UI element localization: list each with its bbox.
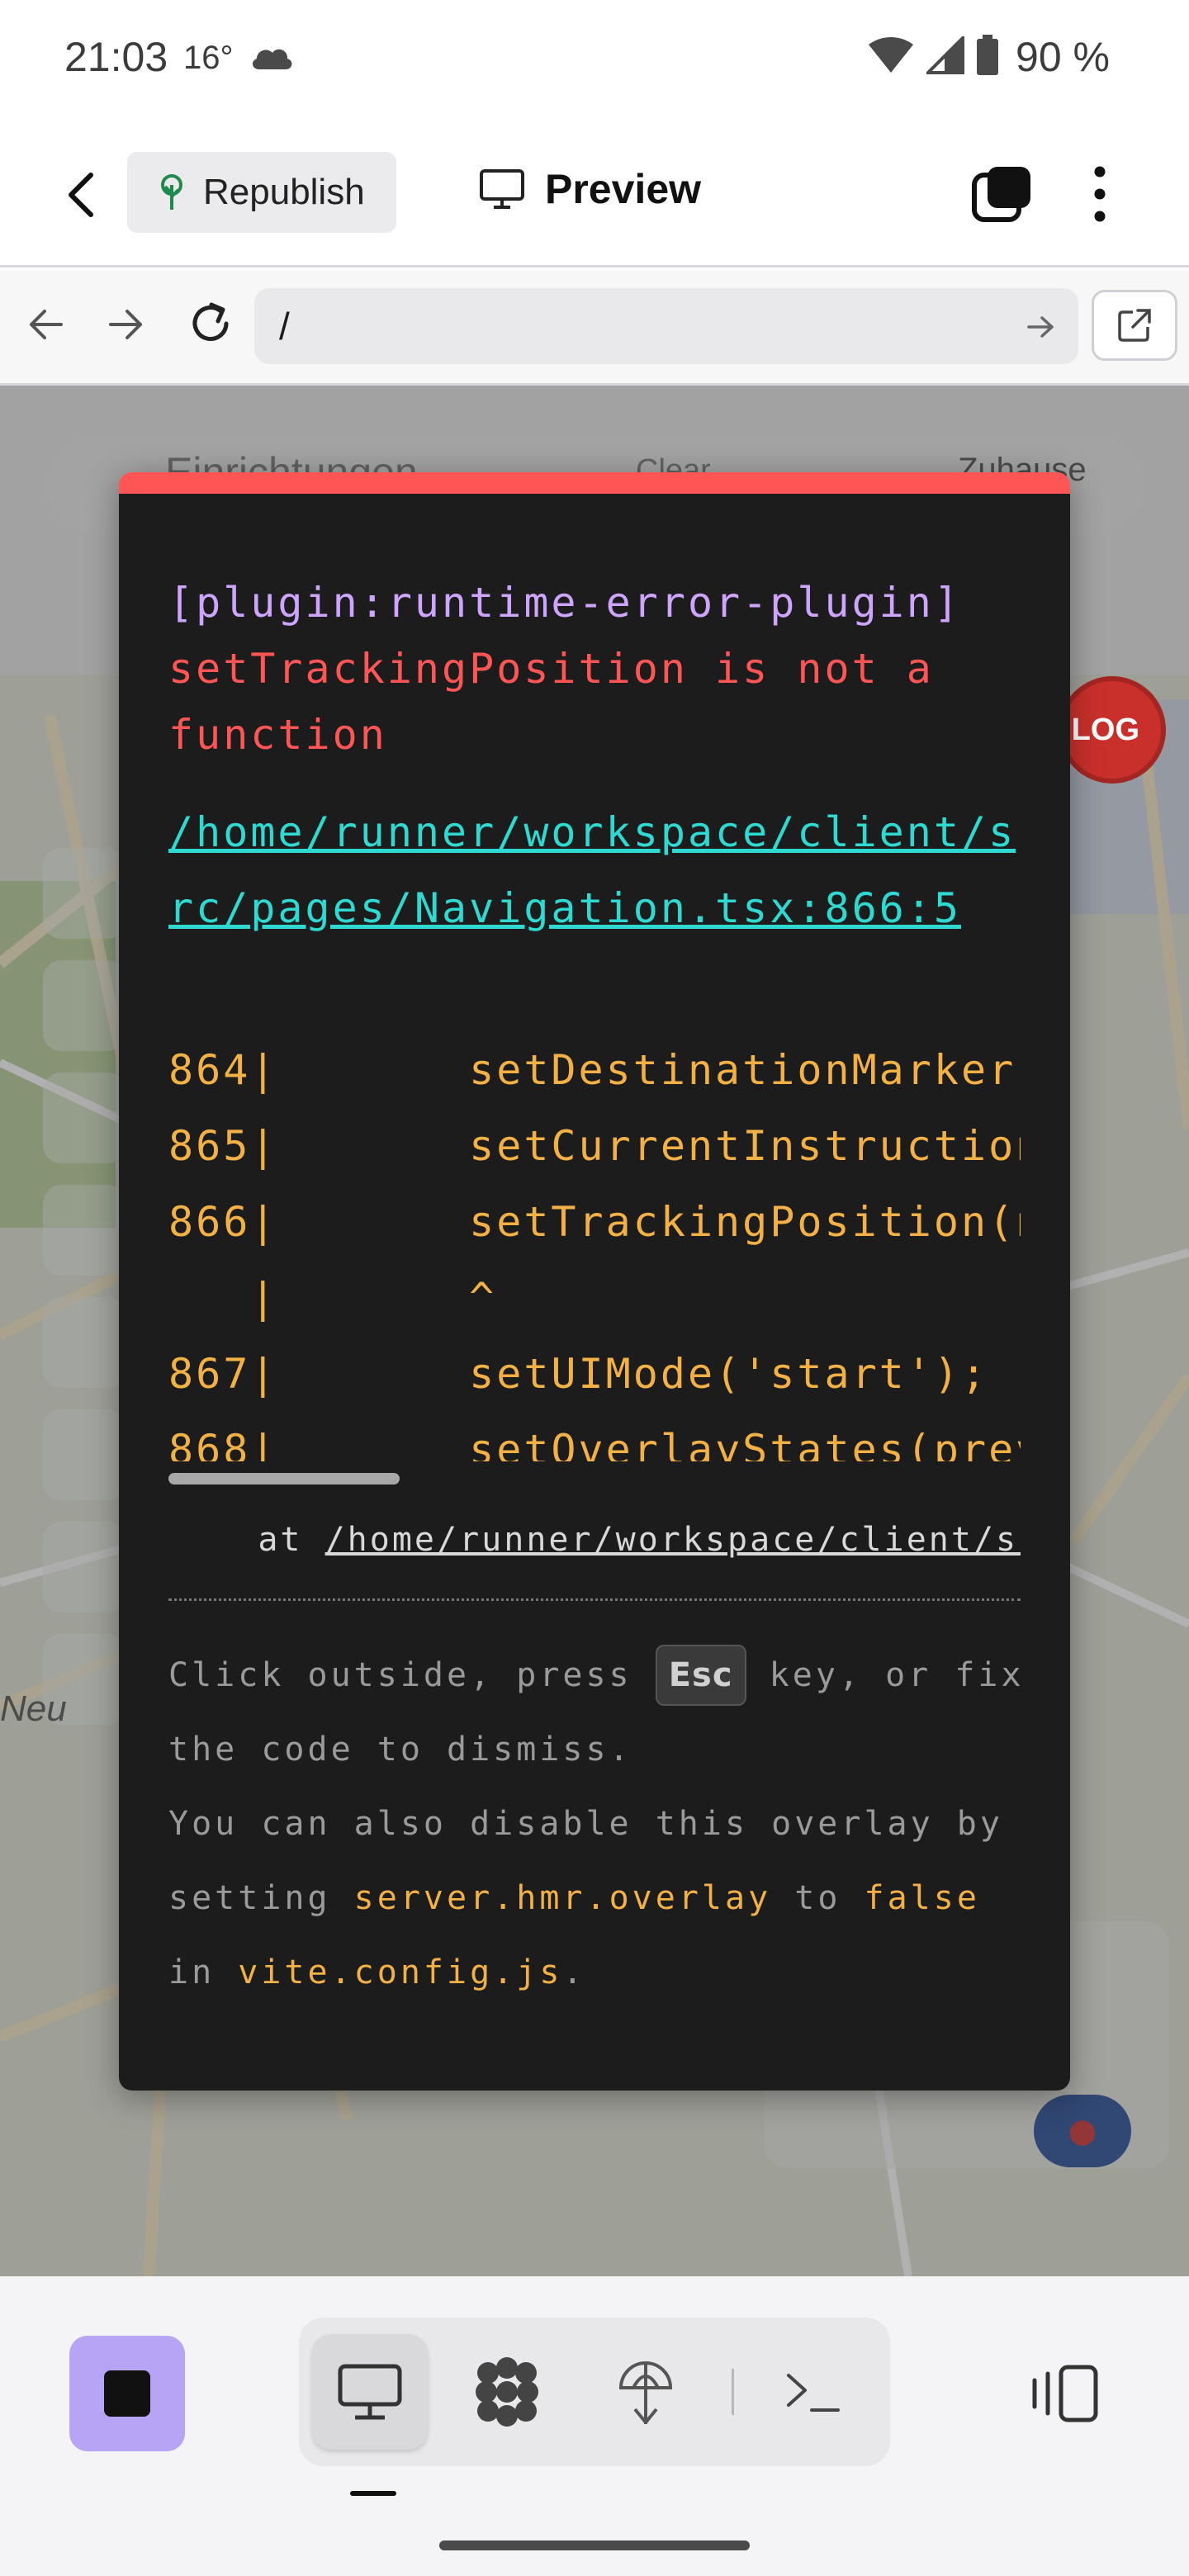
- tip-text: Click outside, press: [168, 1656, 632, 1694]
- url-go-button[interactable]: [1026, 311, 1057, 346]
- tab-divider: [732, 2369, 734, 2415]
- tip-text: in: [168, 1953, 216, 1991]
- tip-code: vite.config.js: [238, 1953, 563, 1991]
- error-plugin-name: [plugin:runtime-error-plugin]: [168, 579, 961, 627]
- open-external-button[interactable]: [1092, 290, 1177, 361]
- cloud-icon: [249, 43, 294, 74]
- wifi-icon: [867, 36, 915, 78]
- external-link-icon: [1118, 309, 1151, 342]
- terminal-icon: [787, 2374, 840, 2412]
- republish-label: Republish: [203, 172, 365, 212]
- error-overlay: [plugin:runtime-error-plugin] setTrackin…: [119, 472, 1070, 2091]
- browser-back-button[interactable]: [25, 303, 68, 349]
- back-button[interactable]: [61, 170, 102, 220]
- preview-label: Preview: [545, 166, 702, 212]
- bg-log-badge: LOG: [1059, 676, 1166, 784]
- dismiss-tip: Click outside, press Esc key, or fix the…: [168, 1638, 1027, 2010]
- status-time: 21:03: [64, 34, 168, 80]
- url-field[interactable]: /: [254, 288, 1078, 364]
- tab-deploy[interactable]: [588, 2334, 703, 2450]
- status-bar: 21:03 16° 90 %: [0, 0, 1189, 116]
- code-scrollbar[interactable]: [168, 1473, 400, 1485]
- tab-preview[interactable]: [312, 2334, 428, 2450]
- battery-percentage: 90 %: [1016, 34, 1110, 80]
- tab-agent[interactable]: [449, 2334, 565, 2450]
- preview-title[interactable]: Preview: [479, 165, 701, 213]
- status-temperature: 16°: [183, 40, 234, 76]
- divider: [168, 1598, 1021, 1601]
- code-line: 865| setCurrentInstruction(null);: [168, 1122, 1021, 1170]
- arrow-right-icon: [1027, 316, 1054, 338]
- tip-code: server.hmr.overlay: [353, 1879, 772, 1917]
- reload-icon: [192, 302, 229, 341]
- panels-button[interactable]: [1014, 2344, 1113, 2443]
- url-text: /: [279, 305, 290, 348]
- panels-icon: [1032, 2365, 1098, 2422]
- more-vertical-icon[interactable]: [1090, 165, 1110, 226]
- code-line: 864| setDestinationMarker(null);: [168, 1046, 1021, 1094]
- active-tab-indicator: [350, 2491, 396, 2496]
- code-frame[interactable]: 864| setDestinationMarker(null); 865| se…: [168, 1032, 1021, 1461]
- code-line: 867| setUIMode('start');: [168, 1350, 989, 1398]
- app-toolbar: Republish Preview: [0, 116, 1189, 268]
- deploy-icon: [618, 2361, 673, 2424]
- stack-trace: at /home/runner/workspace/client/src/pag…: [168, 1503, 1021, 1577]
- stack-prefix: at: [168, 1521, 325, 1559]
- code-line: 866| setTrackingPosition(null);: [168, 1198, 1021, 1246]
- arrow-right-icon: [109, 310, 142, 339]
- error-text: setTrackingPosition is not a function: [168, 645, 934, 759]
- error-message: [plugin:runtime-error-plugin] setTrackin…: [168, 570, 1027, 768]
- tab-shell[interactable]: [755, 2334, 870, 2450]
- home-indicator[interactable]: [439, 2540, 750, 2550]
- browser-bar: /: [0, 270, 1189, 386]
- arrow-left-icon: [30, 310, 63, 339]
- stack-path-link[interactable]: /home/runner/workspace/client/src/pages/…: [325, 1521, 1021, 1559]
- bottom-nav: [0, 2276, 1189, 2576]
- monitor-icon: [338, 2364, 402, 2420]
- status-icons: 90 %: [867, 33, 1110, 81]
- battery-icon: [976, 35, 999, 79]
- agent-icon: [476, 2357, 538, 2427]
- monitor-icon: [480, 169, 524, 209]
- stop-button[interactable]: [69, 2336, 185, 2451]
- tip-text: to: [794, 1879, 841, 1917]
- workspace-tabs: [299, 2318, 890, 2466]
- tabs-icon[interactable]: [971, 165, 1032, 226]
- tip-code: false: [864, 1879, 980, 1917]
- chevron-left-icon: [69, 173, 93, 217]
- stop-icon: [104, 2370, 150, 2417]
- tree-icon: [161, 174, 182, 210]
- tip-text: .: [562, 1953, 586, 1991]
- signal-icon: [924, 34, 965, 78]
- browser-forward-button[interactable]: [104, 303, 147, 349]
- code-line: | ^: [168, 1274, 497, 1322]
- esc-key-badge: Esc: [655, 1645, 746, 1706]
- reload-button[interactable]: [187, 300, 234, 351]
- error-file-link[interactable]: /home/runner/workspace/client/src/pages/…: [168, 794, 1027, 946]
- republish-button[interactable]: Republish: [127, 152, 396, 233]
- code-line: 868| setOverlayStates(prev => ({: [168, 1426, 1021, 1461]
